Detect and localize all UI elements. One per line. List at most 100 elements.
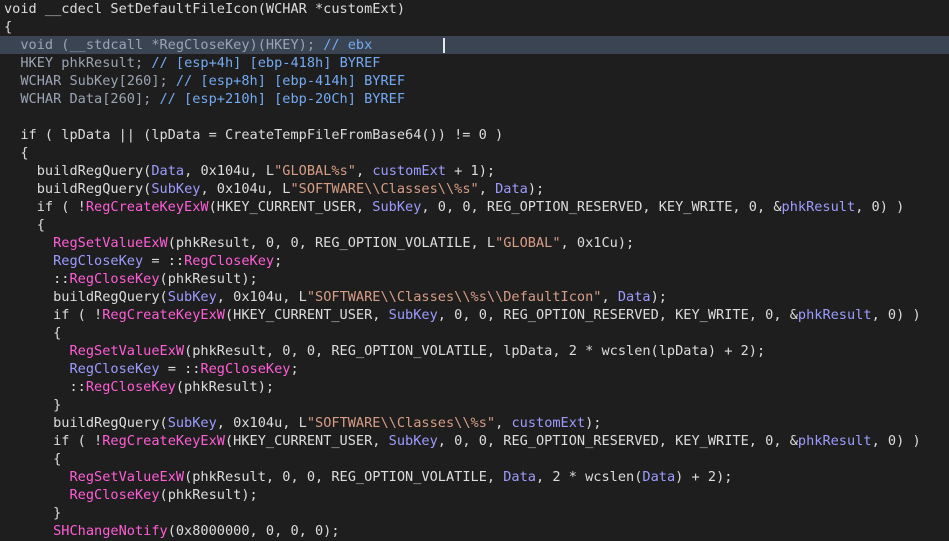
code-token: phkResult [797, 307, 872, 323]
code-token: , 0) ) [871, 307, 921, 323]
code-token: = :: [159, 361, 201, 377]
code-token: SubKey [372, 199, 422, 215]
code-token: customExt [511, 415, 586, 431]
code-line[interactable]: RegSetValueExW(phkResult, 0, 0, REG_OPTI… [0, 342, 949, 360]
code-token: buildRegQuery( [4, 289, 168, 305]
code-token: , 0, 0, REG_OPTION_RESERVED, KEY_WRITE, … [437, 433, 798, 449]
code-line[interactable]: { [0, 18, 949, 36]
code-token: // ebx [323, 37, 373, 53]
code-token: (phkResult); [175, 379, 275, 395]
code-line[interactable]: void (__stdcall *RegCloseKey)(HKEY); // … [0, 36, 949, 54]
code-token: , 0) ) [855, 199, 905, 215]
code-token: SHChangeNotify [53, 523, 168, 539]
code-token: buildRegQuery( [4, 181, 152, 197]
code-token: void (__stdcall *RegCloseKey)(HKEY); [4, 37, 324, 53]
code-line[interactable]: void __cdecl SetDefaultFileIcon(WCHAR *c… [0, 0, 949, 18]
code-line[interactable]: buildRegQuery(SubKey, 0x104u, L"SOFTWARE… [0, 414, 949, 432]
code-token: if ( ! [4, 433, 103, 449]
code-line[interactable]: buildRegQuery(SubKey, 0x104u, L"SOFTWARE… [0, 180, 949, 198]
code-line[interactable]: if ( !RegCreateKeyExW(HKEY_CURRENT_USER,… [0, 432, 949, 450]
code-token: , 0, 0, REG_OPTION_RESERVED, KEY_WRITE, … [437, 307, 798, 323]
code-token: RegCloseKey [69, 271, 160, 287]
code-line[interactable]: ::RegCloseKey(phkResult); [0, 270, 949, 288]
code-token: // [esp+210h] [ebp-20Ch] BYREF [159, 91, 406, 107]
code-token: WCHAR SubKey[260]; [4, 73, 176, 89]
code-token: RegCloseKey [184, 253, 275, 269]
code-token: :: [4, 379, 86, 395]
code-line[interactable]: RegCloseKey = ::RegCloseKey; [0, 360, 949, 378]
code-token: , [478, 181, 496, 197]
code-token: RegCloseKey [53, 253, 144, 269]
code-token: (0x8000000, 0, 0, 0); [167, 523, 340, 539]
code-line[interactable]: { [0, 144, 949, 162]
code-token: SubKey [167, 289, 217, 305]
code-token: , 0x104u, L [216, 415, 307, 431]
code-line[interactable]: buildRegQuery(SubKey, 0x104u, L"SOFTWARE… [0, 288, 949, 306]
code-line[interactable]: ::RegCloseKey(phkResult); [0, 378, 949, 396]
code-token: // [esp+4h] [ebp-418h] BYREF [151, 55, 381, 71]
code-line[interactable]: { [0, 324, 949, 342]
code-line[interactable]: } [0, 396, 949, 414]
code-line[interactable]: { [0, 216, 949, 234]
code-token: RegCreateKeyExW [102, 433, 225, 449]
code-token: Data [642, 469, 676, 485]
code-line[interactable]: if ( lpData || (lpData = CreateTempFileF… [0, 126, 949, 144]
code-token: phkResult [797, 433, 872, 449]
code-token: "SOFTWARE\\Classes\\%s" [290, 181, 479, 197]
code-token: { [4, 145, 29, 161]
code-token: } [4, 397, 62, 413]
code-token: + 1); [446, 163, 496, 179]
code-token: HKEY phkResult; [4, 55, 152, 71]
code-token: if ( ! [4, 307, 103, 323]
code-token: customExt [372, 163, 446, 179]
code-line[interactable]: RegCloseKey(phkResult); [0, 486, 949, 504]
code-token: (phkResult, 0, 0, REG_OPTION_VOLATILE, L [167, 235, 496, 251]
code-token: (phkResult, 0, 0, REG_OPTION_VOLATILE, [184, 469, 504, 485]
code-token: ); [585, 415, 602, 431]
code-token: RegCloseKey [69, 361, 160, 377]
code-token: RegCreateKeyExW [102, 307, 225, 323]
code-token: , 0) ) [871, 433, 921, 449]
code-token: Data [503, 469, 536, 485]
code-token: ); [527, 181, 545, 197]
code-line[interactable]: RegSetValueExW(phkResult, 0, 0, REG_OPTI… [0, 234, 949, 252]
code-line[interactable] [0, 108, 949, 126]
code-line[interactable]: SHChangeNotify(0x8000000, 0, 0, 0); [0, 522, 949, 540]
code-line[interactable]: buildRegQuery(Data, 0x104u, L"GLOBAL%s",… [0, 162, 949, 180]
code-token: RegCloseKey [200, 361, 291, 377]
code-token: "SOFTWARE\\Classes\\%s\\DefaultIcon" [306, 289, 602, 305]
code-token: if ( lpData || (lpData = CreateTempFileF… [4, 127, 504, 143]
code-token: Data [151, 163, 185, 179]
code-token: "GLOBAL%s" [274, 163, 356, 179]
code-token: ); [650, 289, 667, 305]
code-line[interactable]: RegSetValueExW(phkResult, 0, 0, REG_OPTI… [0, 468, 949, 486]
code-line[interactable]: RegCloseKey = ::RegCloseKey; [0, 252, 949, 270]
code-token: (phkResult, 0, 0, REG_OPTION_VOLATILE, l… [184, 343, 766, 359]
code-token: :: [4, 271, 70, 287]
code-token: if ( ! [4, 199, 86, 215]
code-token: // [esp+8h] [ebp-414h] BYREF [175, 73, 406, 89]
code-line[interactable]: } [0, 504, 949, 522]
code-token: , 2 * wcslen( [536, 469, 643, 485]
code-token: (HKEY_CURRENT_USER, [208, 199, 373, 215]
code-token: ; [290, 361, 299, 377]
code-line[interactable]: if ( !RegCreateKeyExW(HKEY_CURRENT_USER,… [0, 198, 949, 216]
code-token: SubKey [388, 433, 438, 449]
decompiler-code-view[interactable]: void __cdecl SetDefaultFileIcon(WCHAR *c… [0, 0, 949, 541]
code-token: , [355, 163, 373, 179]
code-token: SubKey [167, 415, 217, 431]
code-line[interactable]: HKEY phkResult; // [esp+4h] [ebp-418h] B… [0, 54, 949, 72]
code-line[interactable]: { [0, 450, 949, 468]
code-line[interactable]: if ( !RegCreateKeyExW(HKEY_CURRENT_USER,… [0, 306, 949, 324]
code-token: , 0x104u, L [184, 163, 275, 179]
code-token: } [4, 505, 62, 521]
code-token: ) + 2); [675, 469, 733, 485]
code-line[interactable]: WCHAR Data[260]; // [esp+210h] [ebp-20Ch… [0, 90, 949, 108]
code-line[interactable]: WCHAR SubKey[260]; // [esp+8h] [ebp-414h… [0, 72, 949, 90]
code-token: RegCreateKeyExW [85, 199, 209, 215]
code-token: RegCloseKey [69, 487, 160, 503]
code-token: { [4, 19, 13, 35]
